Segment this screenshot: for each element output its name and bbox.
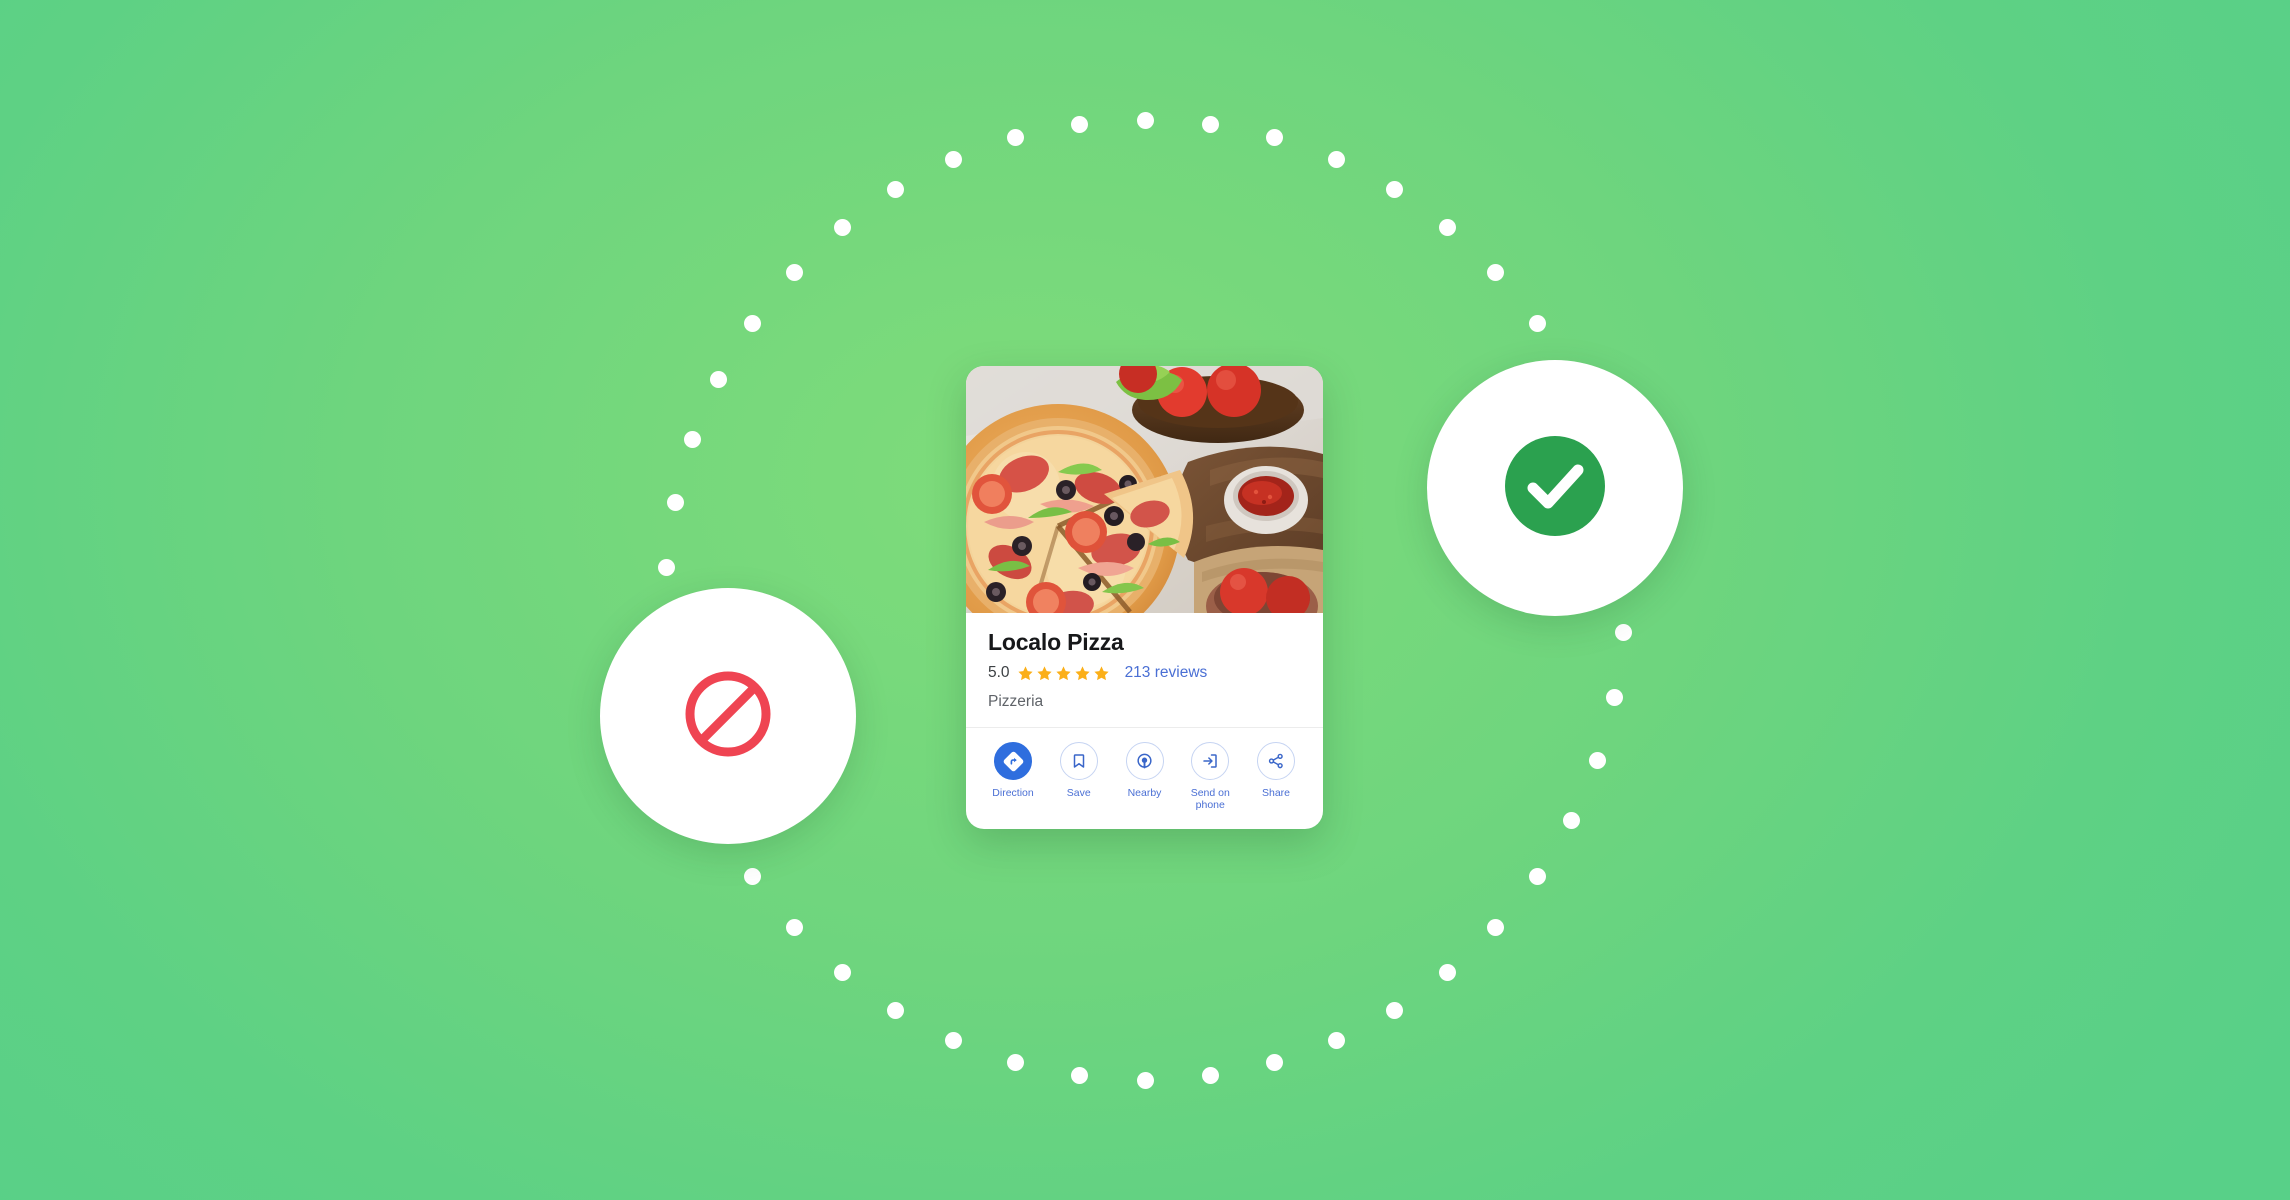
path-dot xyxy=(684,430,702,448)
action-label: Share xyxy=(1261,787,1291,800)
action-send-on-phone[interactable]: Send on phone xyxy=(1179,742,1241,812)
place-info: Localo Pizza 5.0 213 reviews Pizzeria xyxy=(966,613,1323,721)
path-dot xyxy=(833,963,851,981)
path-dot xyxy=(657,558,675,576)
path-dot xyxy=(1606,689,1624,707)
path-dot xyxy=(1385,181,1403,199)
place-photo xyxy=(966,366,1323,613)
share-nodes-icon[interactable] xyxy=(1257,742,1295,781)
star-icon xyxy=(1017,666,1033,681)
path-dot xyxy=(1266,129,1283,147)
action-label: Direction xyxy=(992,787,1034,800)
path-dot xyxy=(744,868,762,886)
path-dot xyxy=(666,493,684,511)
path-dot xyxy=(744,314,762,332)
direction-diamond-arrow-icon[interactable] xyxy=(994,742,1032,781)
path-dot xyxy=(1487,919,1505,937)
review-count-link[interactable]: 213 reviews xyxy=(1125,664,1208,682)
location-pin-icon[interactable] xyxy=(1125,742,1164,781)
path-dot xyxy=(785,919,803,937)
path-dot xyxy=(1006,129,1024,147)
path-dot xyxy=(1588,752,1606,770)
path-dot xyxy=(1136,1071,1154,1089)
place-category: Pizzeria xyxy=(988,693,1044,711)
action-label: Save xyxy=(1066,787,1091,800)
path-dot xyxy=(1327,151,1345,169)
path-dot xyxy=(1385,1001,1403,1019)
card-actions: Direction Save Nearby Send on phone Shar… xyxy=(966,728,1323,812)
path-dot xyxy=(945,1031,963,1049)
check-circle-icon xyxy=(1503,434,1607,543)
star-icon xyxy=(1074,666,1090,681)
path-dot xyxy=(1266,1053,1283,1071)
path-dot xyxy=(785,263,803,281)
action-nearby[interactable]: Nearby xyxy=(1114,742,1176,812)
place-card[interactable]: Localo Pizza 5.0 213 reviews Pizzeria Di… xyxy=(966,366,1323,829)
path-dot xyxy=(833,219,851,237)
path-dot xyxy=(1562,812,1580,830)
path-dot xyxy=(1439,963,1457,981)
prohibition-icon xyxy=(680,666,776,767)
verified-badge xyxy=(1427,360,1683,616)
star-rating xyxy=(1017,665,1110,682)
rating-value: 5.0 xyxy=(988,664,1010,682)
path-dot xyxy=(710,370,728,388)
path-dot xyxy=(887,181,905,199)
send-to-device-icon[interactable] xyxy=(1191,742,1230,781)
action-save[interactable]: Save xyxy=(1048,742,1110,812)
action-label: Nearby xyxy=(1127,787,1162,800)
path-dot xyxy=(1528,314,1546,332)
path-dot xyxy=(1327,1031,1345,1049)
path-dot xyxy=(1439,219,1457,237)
path-dot xyxy=(1201,115,1219,133)
rating-row: 5.0 213 reviews xyxy=(988,664,1301,682)
bookmark-icon[interactable] xyxy=(1059,742,1098,781)
path-dot xyxy=(1528,868,1546,886)
path-dot xyxy=(945,151,963,169)
action-label: Send on phone xyxy=(1190,787,1230,812)
path-dot xyxy=(887,1001,905,1019)
path-dot xyxy=(1487,263,1505,281)
action-share[interactable]: Share xyxy=(1245,742,1307,812)
star-icon xyxy=(1093,666,1109,681)
star-icon xyxy=(1055,666,1071,681)
path-dot xyxy=(1071,1067,1089,1085)
path-dot xyxy=(1136,111,1154,129)
path-dot xyxy=(1201,1067,1219,1085)
path-dot xyxy=(1615,624,1633,642)
path-dot xyxy=(1006,1053,1024,1071)
star-icon xyxy=(1036,666,1052,681)
blocked-badge xyxy=(600,588,856,844)
action-direction[interactable]: Direction xyxy=(982,742,1044,812)
path-dot xyxy=(1071,115,1089,133)
page-canvas: Localo Pizza 5.0 213 reviews Pizzeria Di… xyxy=(0,0,2290,1200)
place-name: Localo Pizza xyxy=(988,629,1124,655)
